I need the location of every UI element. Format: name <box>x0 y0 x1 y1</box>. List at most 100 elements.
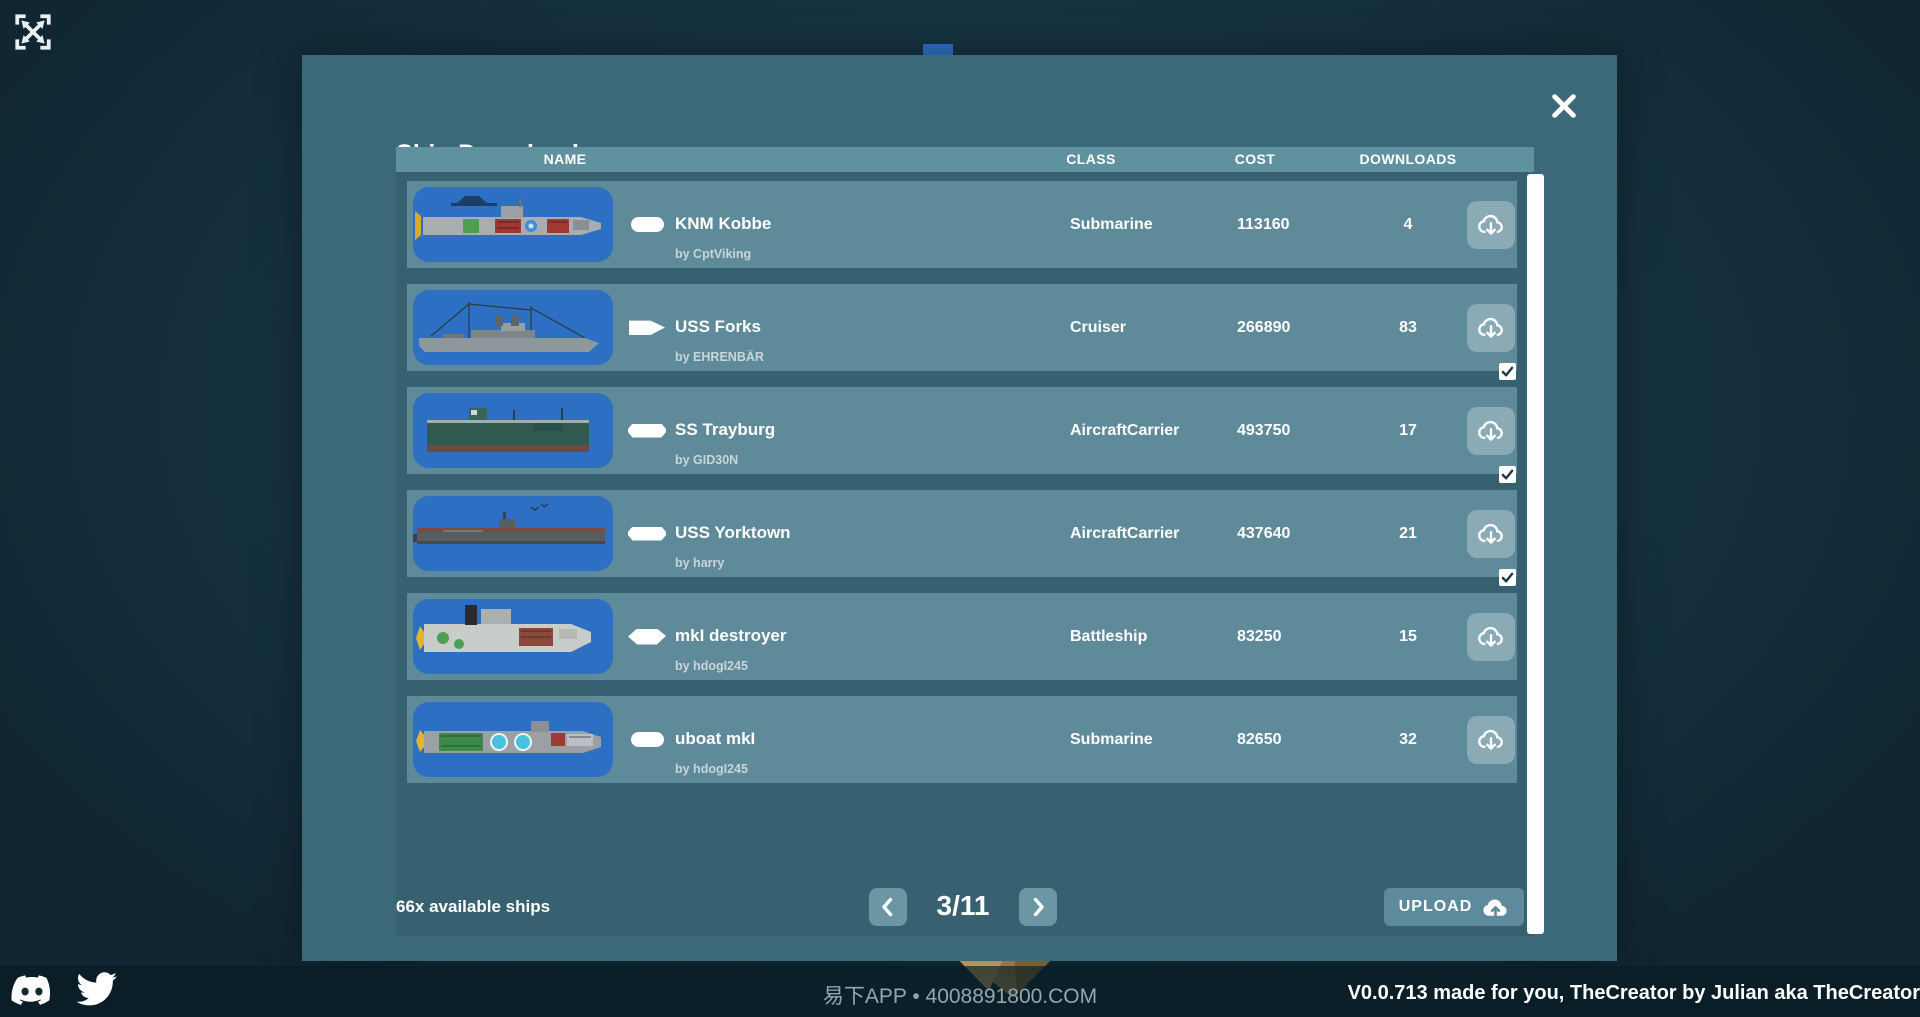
ship-author: by CptViking <box>675 247 751 261</box>
download-button-wrap <box>1467 304 1515 352</box>
scrollbar[interactable] <box>1527 174 1544 934</box>
class-silhouette-wrap <box>619 217 675 232</box>
ship-downloads-modal: Ship Downloads: NAME CLASS COST DOWNLOAD… <box>302 55 1617 961</box>
ship-cost: 493750 <box>1237 422 1347 440</box>
ship-name: USS Yorktown <box>675 523 791 543</box>
ship-cost: 437640 <box>1237 525 1347 543</box>
ship-row[interactable]: SS Trayburg by GID30N AircraftCarrier 49… <box>407 387 1517 474</box>
upload-button[interactable]: UPLOAD <box>1384 888 1524 926</box>
ship-name-block: USS Forks by EHRENBÄR <box>675 284 1070 371</box>
header-cost: COST <box>1235 151 1276 167</box>
statusbar-center-text: 易下APP • 4008891800.COM <box>823 980 1097 1010</box>
ship-name-block: mkI destroyer by hdogI245 <box>675 593 1070 680</box>
ship-name-block: KNM Kobbe by CptViking <box>675 181 1070 268</box>
twitter-icon[interactable] <box>76 972 118 1007</box>
ship-row[interactable]: mkI destroyer by hdogI245 Battleship 832… <box>407 593 1517 680</box>
ship-cost: 82650 <box>1237 731 1347 749</box>
download-button-wrap <box>1467 407 1515 455</box>
page-indicator: 3/11 <box>908 890 1018 922</box>
ship-row[interactable]: uboat mkI by hdogI245 Submarine 82650 32 <box>407 696 1517 783</box>
ship-name: SS Trayburg <box>675 420 775 440</box>
upload-button-label: UPLOAD <box>1399 898 1473 916</box>
ship-name-block: SS Trayburg by GID30N <box>675 387 1070 474</box>
download-button[interactable] <box>1467 304 1515 352</box>
ship-author: by EHRENBÄR <box>675 350 764 364</box>
header-name: NAME <box>544 151 587 167</box>
class-silhouette-wrap <box>619 527 675 541</box>
ship-author: by GID30N <box>675 453 738 467</box>
chevron-left-icon <box>876 895 900 919</box>
class-silhouette-icon <box>628 424 666 438</box>
class-silhouette-wrap <box>619 320 675 335</box>
ship-row[interactable]: USS Yorktown by harry AircraftCarrier 43… <box>407 490 1517 577</box>
check-icon <box>1501 468 1514 481</box>
ship-class: AircraftCarrier <box>1070 525 1237 543</box>
download-button[interactable] <box>1467 716 1515 764</box>
available-ships-label: 66x available ships <box>396 897 550 917</box>
close-icon <box>1549 92 1579 120</box>
cloud-download-icon <box>1476 622 1506 652</box>
fullscreen-icon[interactable] <box>12 11 54 53</box>
cloud-upload-icon <box>1482 896 1509 918</box>
version-text: V0.0.713 made for you, TheCreator by Jul… <box>1348 982 1920 1005</box>
ship-name: uboat mkI <box>675 729 755 749</box>
class-silhouette-icon <box>629 320 665 335</box>
download-button[interactable] <box>1467 613 1515 661</box>
ship-name-block: USS Yorktown by harry <box>675 490 1070 577</box>
downloaded-checkbox[interactable] <box>1499 363 1516 380</box>
check-icon <box>1501 571 1514 584</box>
class-silhouette-icon <box>628 629 666 645</box>
class-silhouette-wrap <box>619 732 675 747</box>
ship-downloads: 17 <box>1347 422 1469 440</box>
ship-class: Battleship <box>1070 628 1237 646</box>
ship-thumbnail <box>413 187 613 262</box>
discord-icon[interactable] <box>10 973 54 1007</box>
download-button[interactable] <box>1467 407 1515 455</box>
ship-thumbnail <box>413 393 613 468</box>
ship-class: Submarine <box>1070 216 1237 234</box>
ship-author: by hdogI245 <box>675 762 748 776</box>
download-button[interactable] <box>1467 201 1515 249</box>
ship-thumbnail <box>413 599 613 674</box>
class-silhouette-icon <box>631 732 664 747</box>
ship-cost: 113160 <box>1237 216 1347 234</box>
class-silhouette-wrap <box>619 424 675 438</box>
table-header: NAME CLASS COST DOWNLOADS <box>396 147 1534 172</box>
cloud-download-icon <box>1476 416 1506 446</box>
ship-downloads: 83 <box>1347 319 1469 337</box>
cloud-download-icon <box>1476 210 1506 240</box>
prev-page-button[interactable] <box>869 888 907 926</box>
cloud-download-icon <box>1476 519 1506 549</box>
next-page-button[interactable] <box>1019 888 1057 926</box>
ship-row[interactable]: KNM Kobbe by CptViking Submarine 113160 … <box>407 181 1517 268</box>
close-button[interactable] <box>1547 91 1581 123</box>
ship-row[interactable]: USS Forks by EHRENBÄR Cruiser 266890 83 <box>407 284 1517 371</box>
class-silhouette-icon <box>628 527 666 541</box>
class-silhouette-icon <box>631 217 664 232</box>
check-icon <box>1501 365 1514 378</box>
ship-downloads: 21 <box>1347 525 1469 543</box>
table-viewport: KNM Kobbe by CptViking Submarine 113160 … <box>396 172 1534 936</box>
downloaded-checkbox[interactable] <box>1499 569 1516 586</box>
download-button-wrap <box>1467 510 1515 558</box>
ship-name: USS Forks <box>675 317 761 337</box>
cloud-download-icon <box>1476 313 1506 343</box>
ship-name: KNM Kobbe <box>675 214 771 234</box>
cloud-download-icon <box>1476 725 1506 755</box>
ship-downloads: 15 <box>1347 628 1469 646</box>
ship-downloads: 4 <box>1347 216 1469 234</box>
ship-thumbnail <box>413 702 613 777</box>
ship-name: mkI destroyer <box>675 626 787 646</box>
header-downloads: DOWNLOADS <box>1360 151 1457 167</box>
ship-thumbnail <box>413 290 613 365</box>
ship-class: AircraftCarrier <box>1070 422 1237 440</box>
ship-list: KNM Kobbe by CptViking Submarine 113160 … <box>407 181 1517 799</box>
downloaded-checkbox[interactable] <box>1499 466 1516 483</box>
ship-downloads: 32 <box>1347 731 1469 749</box>
ship-author: by hdogI245 <box>675 659 748 673</box>
download-button[interactable] <box>1467 510 1515 558</box>
chevron-right-icon <box>1026 895 1050 919</box>
class-silhouette-wrap <box>619 629 675 645</box>
download-button-wrap <box>1467 201 1515 249</box>
ship-class: Submarine <box>1070 731 1237 749</box>
